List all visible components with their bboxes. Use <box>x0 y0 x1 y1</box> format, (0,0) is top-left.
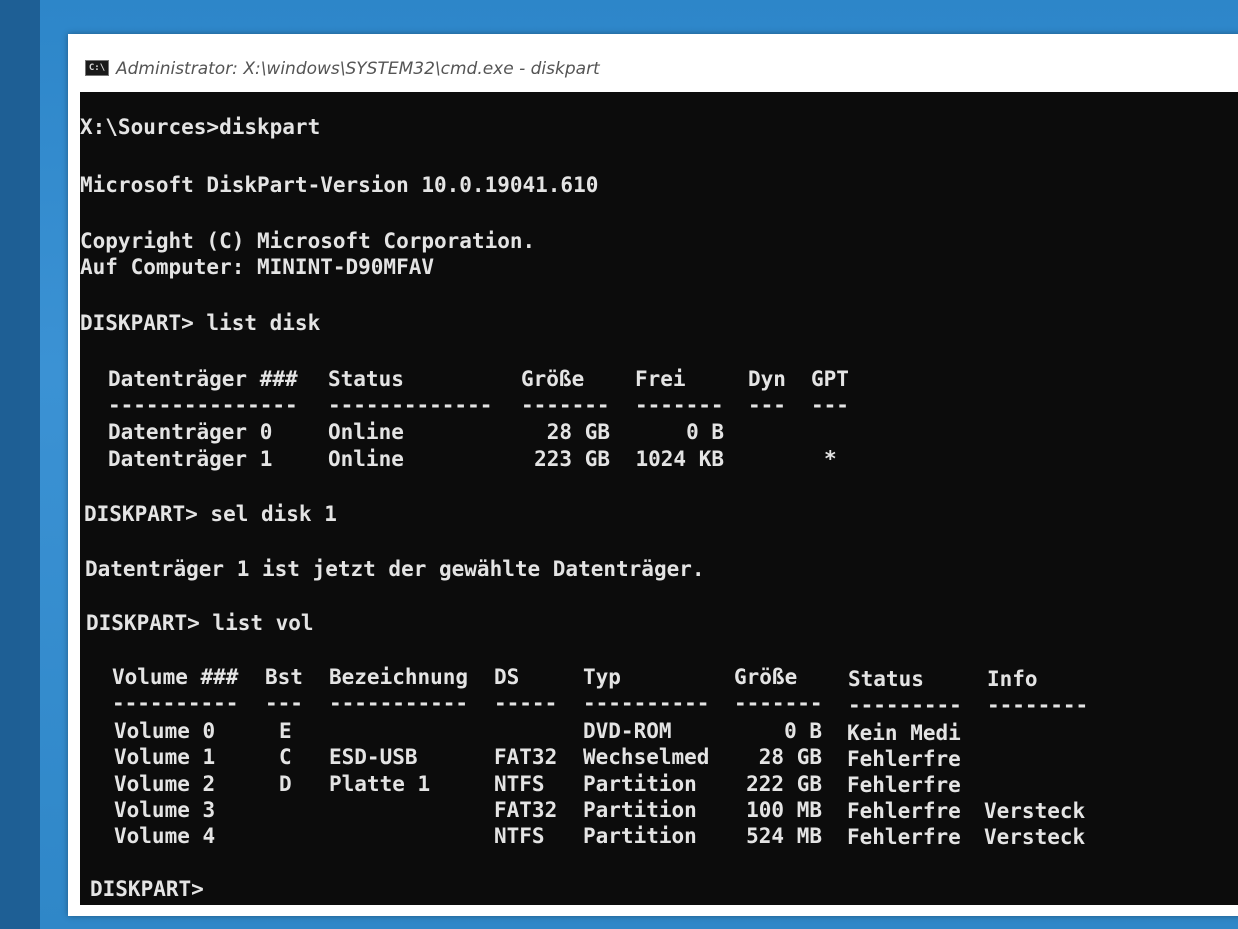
cmd-icon[interactable]: C:\ <box>85 60 109 76</box>
vol-size: 524 MB <box>746 824 822 848</box>
vol-fs: FAT32 <box>494 798 558 822</box>
computer-line: Auf Computer: MININT-D90MFAV <box>80 255 435 279</box>
vol-status: Kein Medi <box>847 721 961 745</box>
separator: ----------- <box>329 691 469 715</box>
vol-letter: D <box>279 772 292 796</box>
vol-letter: C <box>279 745 292 769</box>
disk-name: Datenträger 0 <box>108 420 273 444</box>
separator: --------------- <box>108 393 298 417</box>
separator: --- <box>748 393 786 417</box>
separator: ------- <box>734 691 823 715</box>
cmd-window[interactable]: C:\ Administrator: X:\windows\SYSTEM32\c… <box>68 34 1238 916</box>
vol-type: Partition <box>583 824 697 848</box>
separator: ----- <box>494 691 558 715</box>
disk-size: 28 GB <box>546 420 610 444</box>
disk-status: Online <box>328 420 404 444</box>
vol-info: Versteck <box>984 799 1086 823</box>
separator: ---------- <box>112 691 239 715</box>
col-header: Status <box>328 367 404 391</box>
separator: -------- <box>987 693 1089 717</box>
disk-free: 1024 KB <box>635 447 724 471</box>
vol-fs: NTFS <box>494 772 545 796</box>
vol-status: Fehlerfre <box>847 747 961 771</box>
sel-result-line: Datenträger 1 ist jetzt der gewählte Dat… <box>85 557 705 581</box>
col-header: Frei <box>635 367 686 391</box>
command-prompt[interactable]: DISKPART> <box>90 876 204 902</box>
separator: ---------- <box>583 691 710 715</box>
console-output[interactable]: X:\Sources>diskpart Microsoft DiskPart-V… <box>80 92 1238 905</box>
vol-letter: E <box>279 719 292 743</box>
vol-status: Fehlerfre <box>847 773 961 797</box>
vol-type: DVD-ROM <box>583 719 672 743</box>
command-sel-disk: DISKPART> sel disk 1 <box>84 502 337 526</box>
vol-type: Wechselmed <box>583 745 710 769</box>
vol-size: 222 GB <box>746 772 822 796</box>
disk-size: 223 GB <box>534 447 610 471</box>
desktop-edge <box>0 0 40 929</box>
col-header: Größe <box>521 367 585 391</box>
vol-name: Volume 3 <box>114 798 216 822</box>
vol-label: ESD-USB <box>329 745 418 769</box>
col-header: Status <box>848 667 924 691</box>
vol-info: Versteck <box>984 825 1086 849</box>
command-list-vol: DISKPART> list vol <box>86 611 314 635</box>
disk-name: Datenträger 1 <box>108 447 273 471</box>
vol-size: 0 B <box>784 719 822 743</box>
col-header: Größe <box>734 665 798 689</box>
title-bar[interactable]: C:\ Administrator: X:\windows\SYSTEM32\c… <box>68 34 1238 92</box>
disk-free: 0 B <box>686 420 724 444</box>
vol-size: 28 GB <box>758 745 822 769</box>
col-header: Typ <box>583 665 621 689</box>
separator: --------- <box>848 693 962 717</box>
separator: ------------- <box>328 393 493 417</box>
separator: --- <box>811 393 849 417</box>
disk-status: Online <box>328 447 404 471</box>
vol-name: Volume 4 <box>114 824 216 848</box>
window-title: Administrator: X:\windows\SYSTEM32\cmd.e… <box>116 59 600 79</box>
separator: ------- <box>635 393 724 417</box>
col-header: Bst <box>265 665 303 689</box>
col-header: Datenträger ### <box>108 367 298 391</box>
command-list-disk: DISKPART> list disk <box>80 311 321 335</box>
vol-fs: FAT32 <box>494 745 558 769</box>
col-header: DS <box>494 665 520 689</box>
vol-name: Volume 0 <box>114 719 216 743</box>
disk-gpt: * <box>824 447 837 471</box>
col-header: Dyn <box>748 367 786 391</box>
separator: ------- <box>521 393 610 417</box>
vol-fs: NTFS <box>494 824 545 848</box>
col-header: Volume ### <box>112 665 239 689</box>
vol-status: Fehlerfre <box>847 825 961 849</box>
col-header: GPT <box>811 367 849 391</box>
separator: --- <box>265 691 303 715</box>
vol-size: 100 MB <box>746 798 822 822</box>
vol-name: Volume 1 <box>114 745 216 769</box>
vol-status: Fehlerfre <box>847 799 961 823</box>
prompt-line: X:\Sources>diskpart <box>80 115 321 139</box>
col-header: Bezeichnung <box>329 665 469 689</box>
copyright-line: Copyright (C) Microsoft Corporation. <box>80 229 536 253</box>
col-header: Info <box>987 667 1038 691</box>
version-line: Microsoft DiskPart-Version 10.0.19041.61… <box>80 173 599 197</box>
vol-type: Partition <box>583 772 697 796</box>
vol-name: Volume 2 <box>114 772 216 796</box>
vol-label: Platte 1 <box>329 772 431 796</box>
vol-type: Partition <box>583 798 697 822</box>
